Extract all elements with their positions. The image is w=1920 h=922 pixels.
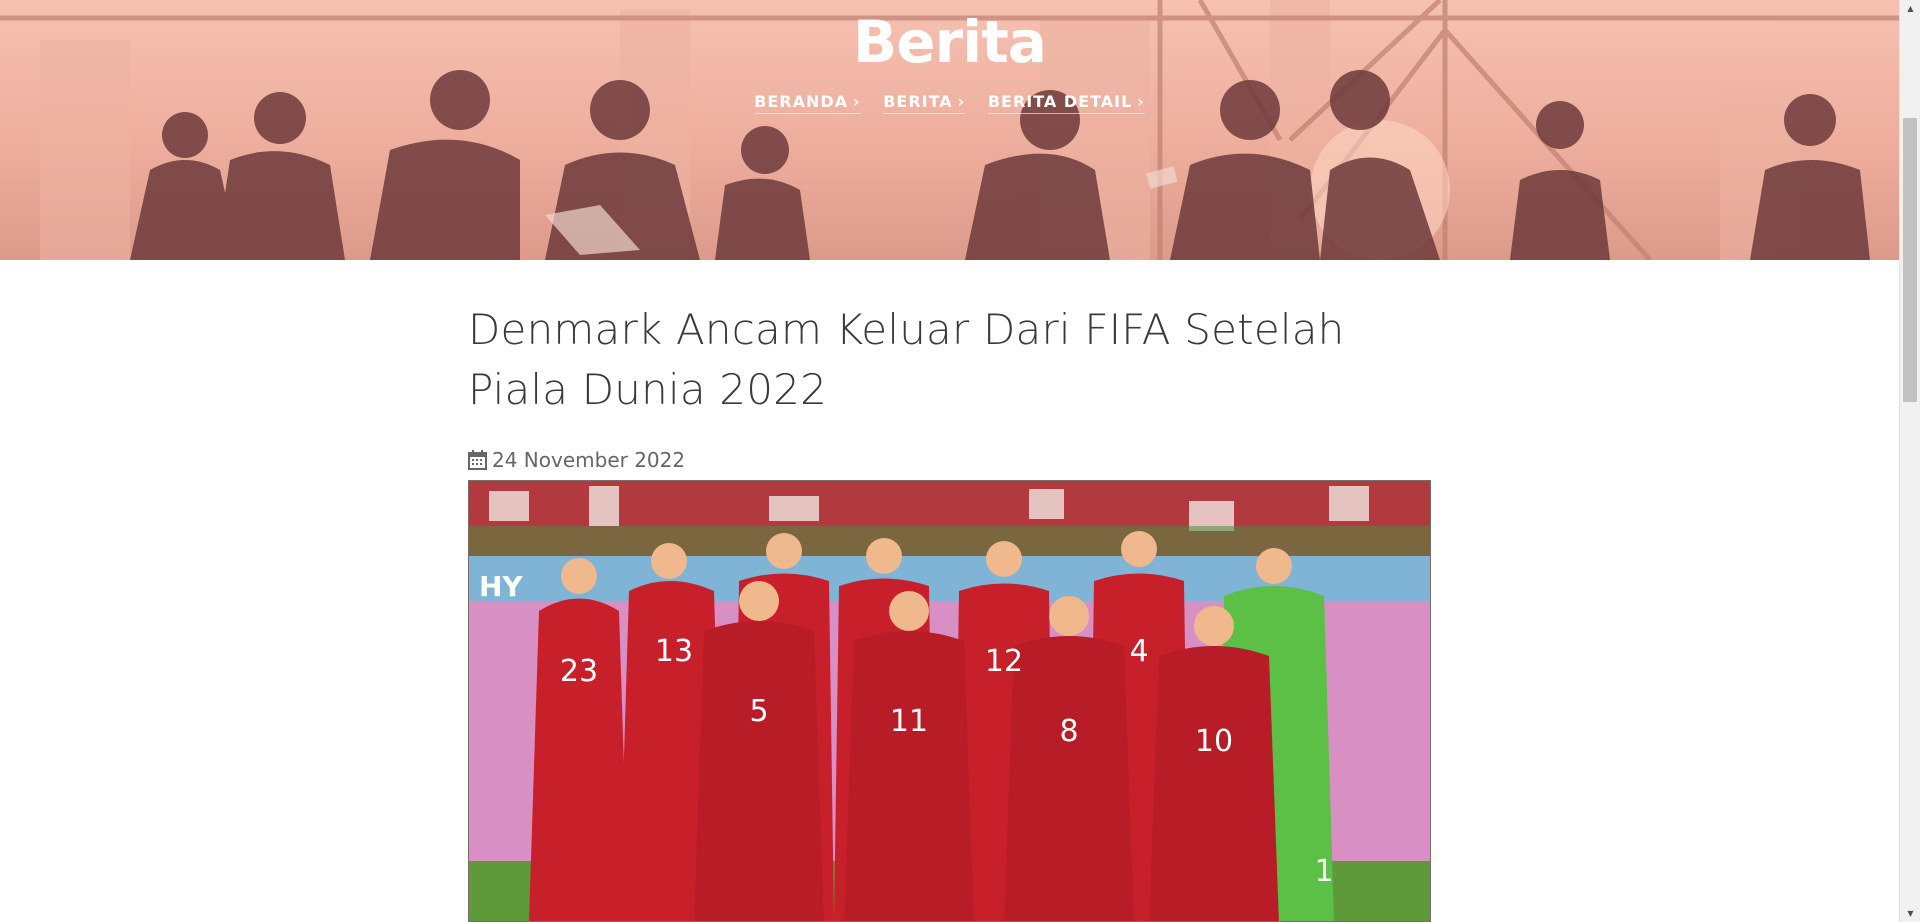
- page-title: Berita: [853, 8, 1047, 76]
- breadcrumb: BERANDA › BERITA › BERITA DETAIL ›: [0, 92, 1899, 114]
- jersey-number: 4: [1129, 634, 1148, 669]
- breadcrumb-item-berita[interactable]: BERITA ›: [883, 92, 966, 114]
- jersey-number: 8: [1059, 714, 1078, 749]
- article-image: HY 23 13 5 11 12 8 4 10 1: [468, 480, 1431, 922]
- scroll-up-arrow-icon[interactable]: ▲: [1900, 0, 1920, 17]
- chevron-right-icon: ›: [957, 92, 966, 111]
- breadcrumb-item-beranda[interactable]: BERANDA ›: [754, 92, 861, 114]
- scroll-down-arrow-icon[interactable]: ▼: [1900, 905, 1920, 922]
- article-date: 24 November 2022: [492, 448, 686, 472]
- jersey-number: 11: [890, 704, 928, 739]
- article-title: Denmark Ancam Keluar Dari FIFA Setelah P…: [468, 305, 1345, 414]
- ad-board-text: HY: [479, 570, 523, 603]
- article-meta: 24 November 2022: [468, 448, 685, 472]
- calendar-icon: [468, 450, 487, 470]
- breadcrumb-item-berita-detail[interactable]: BERITA DETAIL ›: [987, 92, 1145, 114]
- article: Denmark Ancam Keluar Dari FIFA Setelah P…: [468, 300, 1431, 922]
- team-photo: HY 23 13 5 11 12 8 4 10 1: [469, 481, 1430, 921]
- jersey-number: 13: [655, 634, 693, 669]
- chevron-right-icon: ›: [853, 92, 861, 111]
- hero-banner: Berita BERANDA › BERITA › BERITA DETAIL ›: [0, 0, 1899, 260]
- jersey-number: 1: [1314, 854, 1333, 889]
- vertical-scrollbar[interactable]: ▲ ▼: [1899, 0, 1920, 922]
- jersey-number: 5: [749, 694, 768, 729]
- jersey-number: 10: [1195, 724, 1233, 759]
- scrollbar-thumb[interactable]: [1903, 118, 1917, 402]
- jersey-number: 23: [560, 654, 598, 689]
- chevron-right-icon: ›: [1137, 92, 1145, 111]
- jersey-number: 12: [985, 644, 1023, 679]
- page: Berita BERANDA › BERITA › BERITA DETAIL › D…: [0, 0, 1899, 922]
